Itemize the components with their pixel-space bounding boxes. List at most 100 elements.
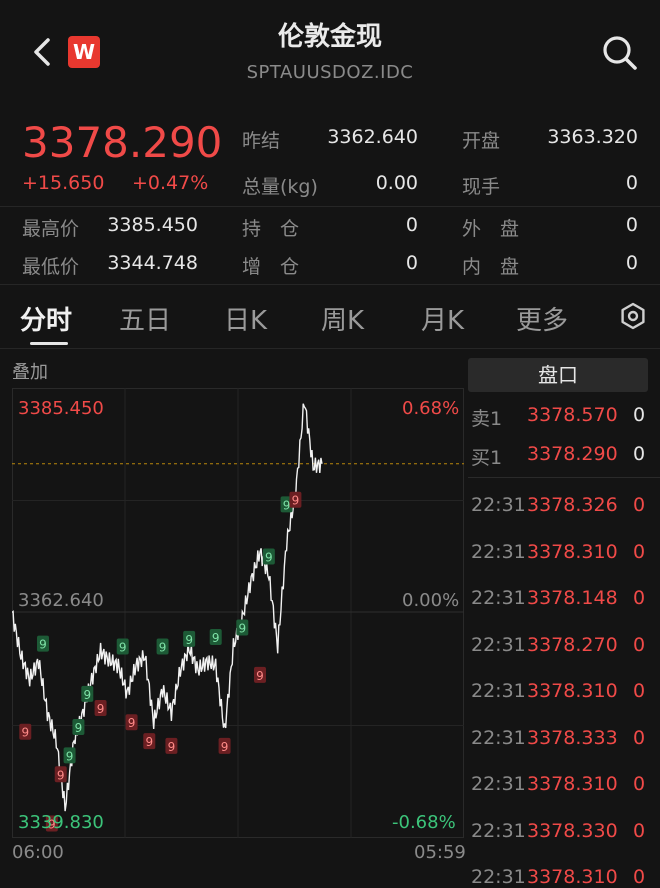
stat-value-last-lot: 0 — [625, 172, 638, 194]
signal-marker-label: 9 — [256, 669, 264, 683]
stat-value-inner-vol: 0 — [625, 252, 638, 274]
search-icon — [603, 36, 637, 70]
stat-label-high: 最高价 — [22, 218, 80, 240]
stat-value-oi-change: 0 — [405, 252, 418, 274]
stat-label-low: 最低价 — [22, 256, 80, 278]
tick-price: 3378.270 — [527, 633, 618, 656]
stat-value-outer-vol: 0 — [625, 214, 638, 236]
signal-marker-label: 9 — [57, 768, 65, 782]
current-price: 3378.290 — [22, 118, 223, 167]
tick-price: 3378.333 — [527, 726, 618, 749]
stat-value-prev-settle: 3362.640 — [327, 126, 418, 148]
signal-marker-label: 9 — [159, 640, 167, 654]
tab-five-day[interactable]: 五日 — [119, 300, 171, 337]
y-axis-mid-label: 3362.640 — [18, 590, 104, 611]
page-title: 伦敦金现 — [277, 22, 382, 52]
tick-volume: 0 — [633, 587, 646, 609]
stat-value-low: 3344.748 — [107, 252, 198, 274]
intraday-chart[interactable]: 99999 99 999999999 9 9999 — [12, 388, 464, 838]
y-axis-low-pct: -0.68% — [392, 812, 456, 833]
tick-volume: 0 — [633, 726, 646, 749]
signal-marker-label: 9 — [97, 702, 105, 716]
tab-more[interactable]: 更多 — [516, 300, 568, 337]
tick-volume: 0 — [633, 819, 646, 842]
signal-marker-green: 9 — [63, 747, 76, 764]
tick-volume: 0 — [633, 633, 646, 656]
tick-time: 22:31 — [471, 633, 526, 656]
tick-volume: 0 — [633, 494, 646, 516]
signal-marker-red: 9 — [19, 723, 32, 740]
stat-label-inner-vol: 内 盘 — [462, 256, 520, 278]
stat-label-open-interest: 持 仓 — [242, 218, 300, 240]
divider — [0, 348, 660, 349]
tick-price: 3378.310 — [527, 866, 618, 888]
stat-label-last-lot: 现手 — [462, 176, 501, 198]
stat-value-volume: 0.00 — [375, 172, 418, 194]
time-start-label: 06:00 — [12, 842, 64, 863]
tab-intraday[interactable]: 分时 — [20, 300, 72, 337]
y-axis-high-label: 3385.450 — [18, 398, 104, 419]
price-change: +15.650 — [22, 172, 105, 194]
signal-marker-green: 9 — [72, 718, 85, 735]
divider — [0, 206, 660, 207]
signal-marker-label: 9 — [119, 640, 127, 654]
time-end-label: 05:59 — [414, 842, 466, 863]
tick-volume: 0 — [633, 680, 646, 702]
signal-marker-label: 9 — [83, 688, 91, 702]
overlay-button[interactable]: 叠加 — [12, 358, 48, 384]
signal-marker-green: 9 — [209, 628, 222, 645]
signal-marker-green: 9 — [81, 685, 94, 702]
tick-time: 22:31 — [471, 540, 526, 563]
signal-marker-red: 9 — [254, 666, 266, 683]
buy-1-price: 3378.290 — [527, 443, 618, 465]
tab-weekly-k[interactable]: 周K — [321, 300, 364, 337]
signal-marker-red: 9 — [165, 737, 178, 754]
signal-marker-label: 9 — [39, 638, 47, 652]
signal-marker-green: 9 — [116, 638, 129, 655]
tick-time: 22:31 — [471, 726, 526, 749]
signal-marker-label: 9 — [128, 716, 136, 730]
divider — [468, 477, 660, 478]
tick-time: 22:31 — [471, 494, 526, 516]
chart-settings-button[interactable] — [619, 302, 647, 330]
tick-price: 3378.148 — [527, 587, 618, 609]
signal-marker-green: 9 — [183, 630, 196, 647]
signal-marker-label: 9 — [212, 631, 220, 645]
tick-time: 22:31 — [471, 819, 526, 842]
signal-marker-label: 9 — [265, 551, 273, 565]
price-change-pct: +0.47% — [132, 172, 209, 194]
divider — [0, 284, 660, 285]
signal-marker-label: 9 — [283, 498, 291, 512]
signal-marker-red: 9 — [143, 733, 156, 750]
tick-volume: 0 — [633, 540, 646, 563]
signal-marker-red: 9 — [125, 714, 138, 731]
signal-marker-green: 9 — [262, 548, 275, 565]
stat-label-open: 开盘 — [462, 130, 501, 152]
stat-label-prev-settle: 昨结 — [242, 130, 281, 152]
order-book-button[interactable]: 盘口 — [468, 358, 648, 392]
signal-marker-label: 9 — [145, 735, 153, 749]
tick-price: 3378.310 — [527, 540, 618, 563]
tick-price: 3378.330 — [527, 819, 618, 842]
signal-marker-label: 9 — [66, 749, 74, 763]
active-tab-indicator — [30, 342, 68, 345]
tick-time: 22:31 — [471, 587, 526, 609]
tick-price: 3378.310 — [527, 773, 618, 795]
signal-marker-label: 9 — [238, 622, 246, 636]
signal-marker-label: 9 — [221, 740, 229, 754]
sell-1-volume: 0 — [633, 404, 646, 426]
signal-marker-label: 9 — [75, 721, 83, 735]
signal-marker-green: 9 — [37, 635, 49, 652]
tab-monthly-k[interactable]: 月K — [421, 300, 464, 337]
stat-value-high: 3385.450 — [107, 214, 198, 236]
stat-value-open: 3363.320 — [547, 126, 638, 148]
tab-daily-k[interactable]: 日K — [224, 300, 267, 337]
y-axis-low-label: 3339.830 — [18, 812, 104, 833]
stat-value-open-interest: 0 — [405, 214, 418, 236]
signal-marker-green: 9 — [156, 638, 169, 655]
signal-marker-green: 9 — [236, 619, 249, 636]
tick-volume: 0 — [633, 866, 646, 888]
buy-1-label: 买1 — [471, 447, 503, 469]
sell-1-label: 卖1 — [471, 408, 503, 430]
search-button[interactable] — [600, 33, 638, 71]
